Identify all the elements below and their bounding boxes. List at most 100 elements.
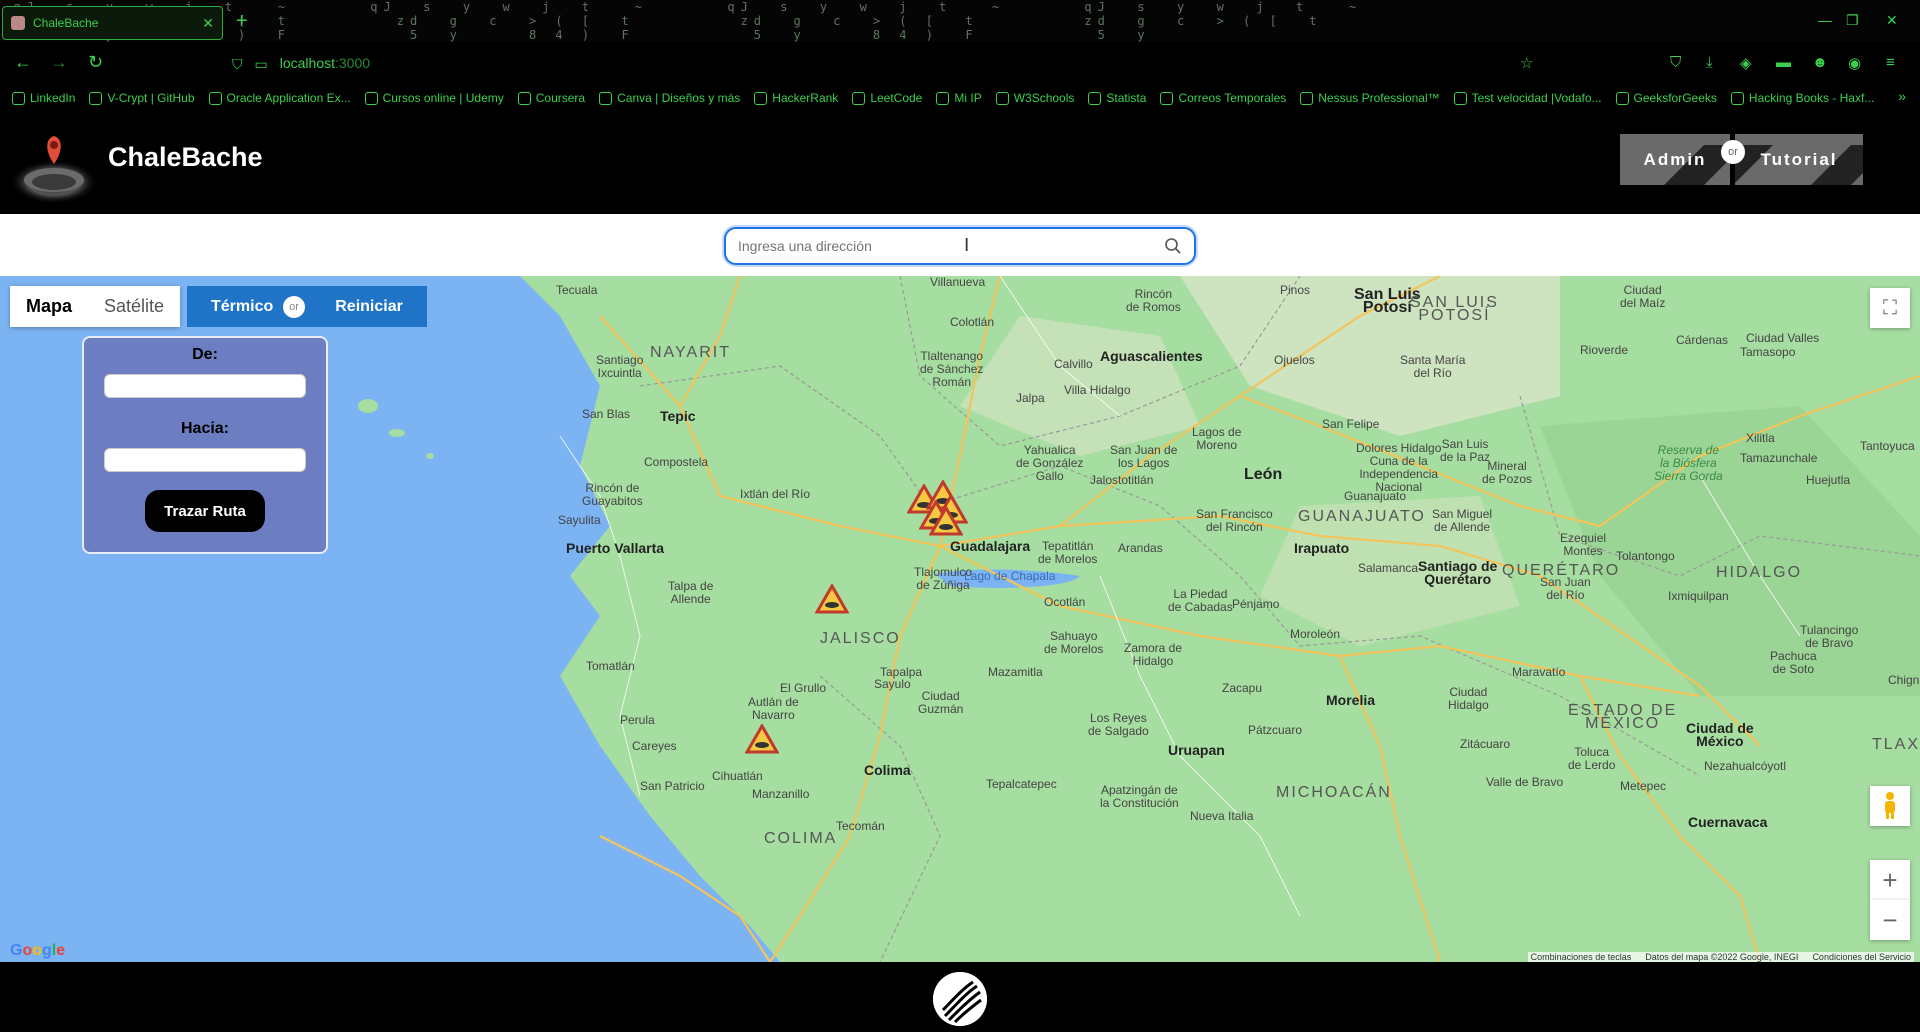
download-icon[interactable]: ⤓ bbox=[1706, 54, 1713, 71]
map-place-label: Arandas bbox=[1118, 541, 1163, 555]
map-type-satellite-button[interactable]: Satélite bbox=[88, 286, 181, 327]
pothole-favicon-icon bbox=[11, 16, 25, 30]
map-place-label: HIDALGO bbox=[1716, 564, 1803, 581]
tutorial-button[interactable]: Tutorial bbox=[1735, 134, 1863, 185]
map-data-credit: Datos del mapa ©2022 Google, INEGI bbox=[1645, 952, 1799, 962]
url-bar[interactable]: ⛉ ▭ localhost:3000 bbox=[232, 50, 1532, 78]
bookmark-item[interactable]: HackerRank bbox=[754, 91, 838, 105]
to-input[interactable] bbox=[104, 448, 306, 472]
university-logo-icon bbox=[933, 972, 987, 1026]
map-place-label: Maravatío bbox=[1512, 665, 1566, 679]
statista-icon bbox=[1088, 91, 1102, 105]
bookmark-item[interactable]: LeetCode bbox=[852, 91, 922, 105]
bookmark-item[interactable]: Oracle Application Ex... bbox=[208, 91, 351, 105]
container-icon[interactable]: ▬ bbox=[1776, 54, 1791, 71]
forward-icon[interactable]: → bbox=[50, 52, 68, 73]
bookmark-item[interactable]: Coursera bbox=[517, 91, 585, 105]
map-place-label: Reserva de la Biósfera Sierra Gorda bbox=[1654, 443, 1723, 483]
vodafone-icon bbox=[1453, 91, 1467, 105]
url-port: :3000 bbox=[335, 55, 371, 71]
map-place-label: Pátzcuaro bbox=[1248, 723, 1303, 737]
bookmark-item[interactable]: Test velocidad |Vodafo... bbox=[1453, 91, 1602, 105]
map-place-label: Lagos de Moreno bbox=[1192, 425, 1242, 452]
bookmark-item[interactable]: W3Schools bbox=[995, 91, 1074, 105]
map-place-label: Ocotlán bbox=[1044, 595, 1086, 609]
pothole-hazard-marker[interactable] bbox=[815, 584, 849, 614]
reload-icon[interactable]: ↻ bbox=[88, 52, 103, 73]
map-place-label: Careyes bbox=[632, 739, 677, 753]
map-place-label: Santiago de Querétaro bbox=[1418, 558, 1498, 587]
map-place-label: Talpa de Allende bbox=[668, 579, 714, 606]
map-place-label: Ojuelos bbox=[1274, 353, 1315, 367]
menu-icon[interactable]: ≡ bbox=[1886, 54, 1895, 71]
globe-icon bbox=[936, 91, 950, 105]
keyboard-shortcuts-link[interactable]: Combinaciones de teclas bbox=[1531, 952, 1632, 962]
extension-icon[interactable]: ◈ bbox=[1740, 54, 1752, 72]
bookmark-item[interactable]: LinkedIn bbox=[12, 91, 75, 105]
map-place-label: COLIMA bbox=[764, 830, 838, 847]
more-bookmarks-icon[interactable]: » bbox=[1898, 88, 1906, 104]
pocket-icon[interactable]: ⛉ bbox=[1670, 54, 1681, 71]
globe-icon bbox=[517, 91, 531, 105]
map-place-label: Tecomán bbox=[836, 819, 885, 833]
bookmark-item[interactable]: Correos Temporales bbox=[1160, 91, 1286, 105]
map-place-label: Santa María del Río bbox=[1400, 353, 1466, 380]
map-place-label: MICHOACÁN bbox=[1276, 784, 1392, 801]
map-type-map-button[interactable]: Mapa bbox=[10, 286, 89, 327]
map-place-label: Manzanillo bbox=[752, 787, 810, 801]
map-place-label: Ciudad Guzmán bbox=[918, 689, 964, 716]
address-search-box[interactable]: I bbox=[724, 227, 1196, 265]
map-place-label: Rioverde bbox=[1580, 343, 1629, 357]
bookmark-item[interactable]: Statista bbox=[1088, 91, 1146, 105]
pothole-hazard-marker[interactable] bbox=[929, 506, 963, 536]
shield-icon: ⛉ bbox=[232, 55, 243, 72]
back-icon[interactable]: ← bbox=[14, 52, 32, 73]
terms-link[interactable]: Condiciones del Servicio bbox=[1812, 952, 1911, 962]
map-place-label: Tepalcatepec bbox=[986, 777, 1057, 791]
map-place-label: Guadalajara bbox=[950, 538, 1031, 554]
bookmark-item[interactable]: Canva | Diseños y más bbox=[599, 91, 740, 105]
emoji-extension-icon[interactable]: ☻ bbox=[1812, 54, 1828, 71]
globe-icon bbox=[1160, 91, 1174, 105]
map-place-label: Ezequiel Montes bbox=[1560, 531, 1607, 558]
zoom-out-icon[interactable]: − bbox=[1870, 900, 1910, 940]
pegman-icon[interactable] bbox=[1870, 786, 1910, 826]
browser-tab[interactable]: ChaleBache ✕ bbox=[2, 6, 223, 40]
address-search-input[interactable] bbox=[738, 238, 1164, 254]
fullscreen-icon[interactable]: ⛶ bbox=[1870, 288, 1910, 328]
pothole-hazard-marker[interactable] bbox=[745, 724, 779, 754]
bookmark-item[interactable]: GeeksforGeeks bbox=[1615, 91, 1717, 105]
pothole-logo-icon bbox=[10, 136, 98, 204]
map-canvas[interactable]: Villanueva Rincón de Romos Pinos San Luis P… bbox=[0, 276, 1920, 962]
map-place-label: Mineral de Pozos bbox=[1482, 459, 1533, 486]
map-place-label: Tlaltenango de Sánchez Román bbox=[920, 349, 984, 389]
map-place-label: Ixmiquilpan bbox=[1668, 589, 1729, 603]
to-label: Hacia: bbox=[180, 420, 230, 437]
map-place-label: Morelia bbox=[1326, 692, 1376, 708]
bookmark-item[interactable]: Hacking Books - Haxf... bbox=[1730, 91, 1874, 105]
vpn-icon[interactable]: ◉ bbox=[1848, 54, 1861, 72]
window-close-icon[interactable]: ✕ bbox=[1886, 12, 1898, 29]
bookmark-item[interactable]: Mi IP bbox=[936, 91, 982, 105]
zoom-in-icon[interactable]: + bbox=[1870, 860, 1910, 900]
bookmark-item[interactable]: Cursos online | Udemy bbox=[364, 91, 504, 105]
admin-button[interactable]: Admin bbox=[1620, 134, 1730, 185]
trace-route-button[interactable]: Trazar Ruta bbox=[145, 490, 265, 532]
browser-tab-bar: qJ s y w j t ~ qJ s y w j t ~ qJ s y w j… bbox=[0, 0, 1920, 42]
reset-button[interactable]: Reiniciar bbox=[309, 286, 427, 327]
from-input[interactable] bbox=[104, 374, 306, 398]
map-place-label: Nueva Italia bbox=[1190, 809, 1254, 823]
mode-buttons: Térmico Reiniciar or bbox=[187, 286, 427, 327]
tab-close-icon[interactable]: ✕ bbox=[202, 15, 214, 32]
restore-icon[interactable]: ❐ bbox=[1846, 12, 1859, 29]
route-panel: De: Hacia: Trazar Ruta bbox=[82, 336, 328, 554]
new-tab-icon[interactable]: + bbox=[236, 10, 248, 33]
map-place-label: Colotlán bbox=[950, 315, 995, 329]
map-place-label: SAN LUIS POTOSÍ bbox=[1410, 294, 1499, 324]
bookmark-item[interactable]: Nessus Professional™ bbox=[1300, 91, 1440, 105]
search-icon[interactable] bbox=[1164, 237, 1182, 255]
minimize-icon[interactable]: — bbox=[1818, 12, 1832, 28]
bookmark-star-icon[interactable]: ☆ bbox=[1520, 54, 1533, 72]
map-place-label: Tecuala bbox=[556, 283, 598, 297]
bookmark-item[interactable]: V-Crypt | GitHub bbox=[89, 91, 195, 105]
